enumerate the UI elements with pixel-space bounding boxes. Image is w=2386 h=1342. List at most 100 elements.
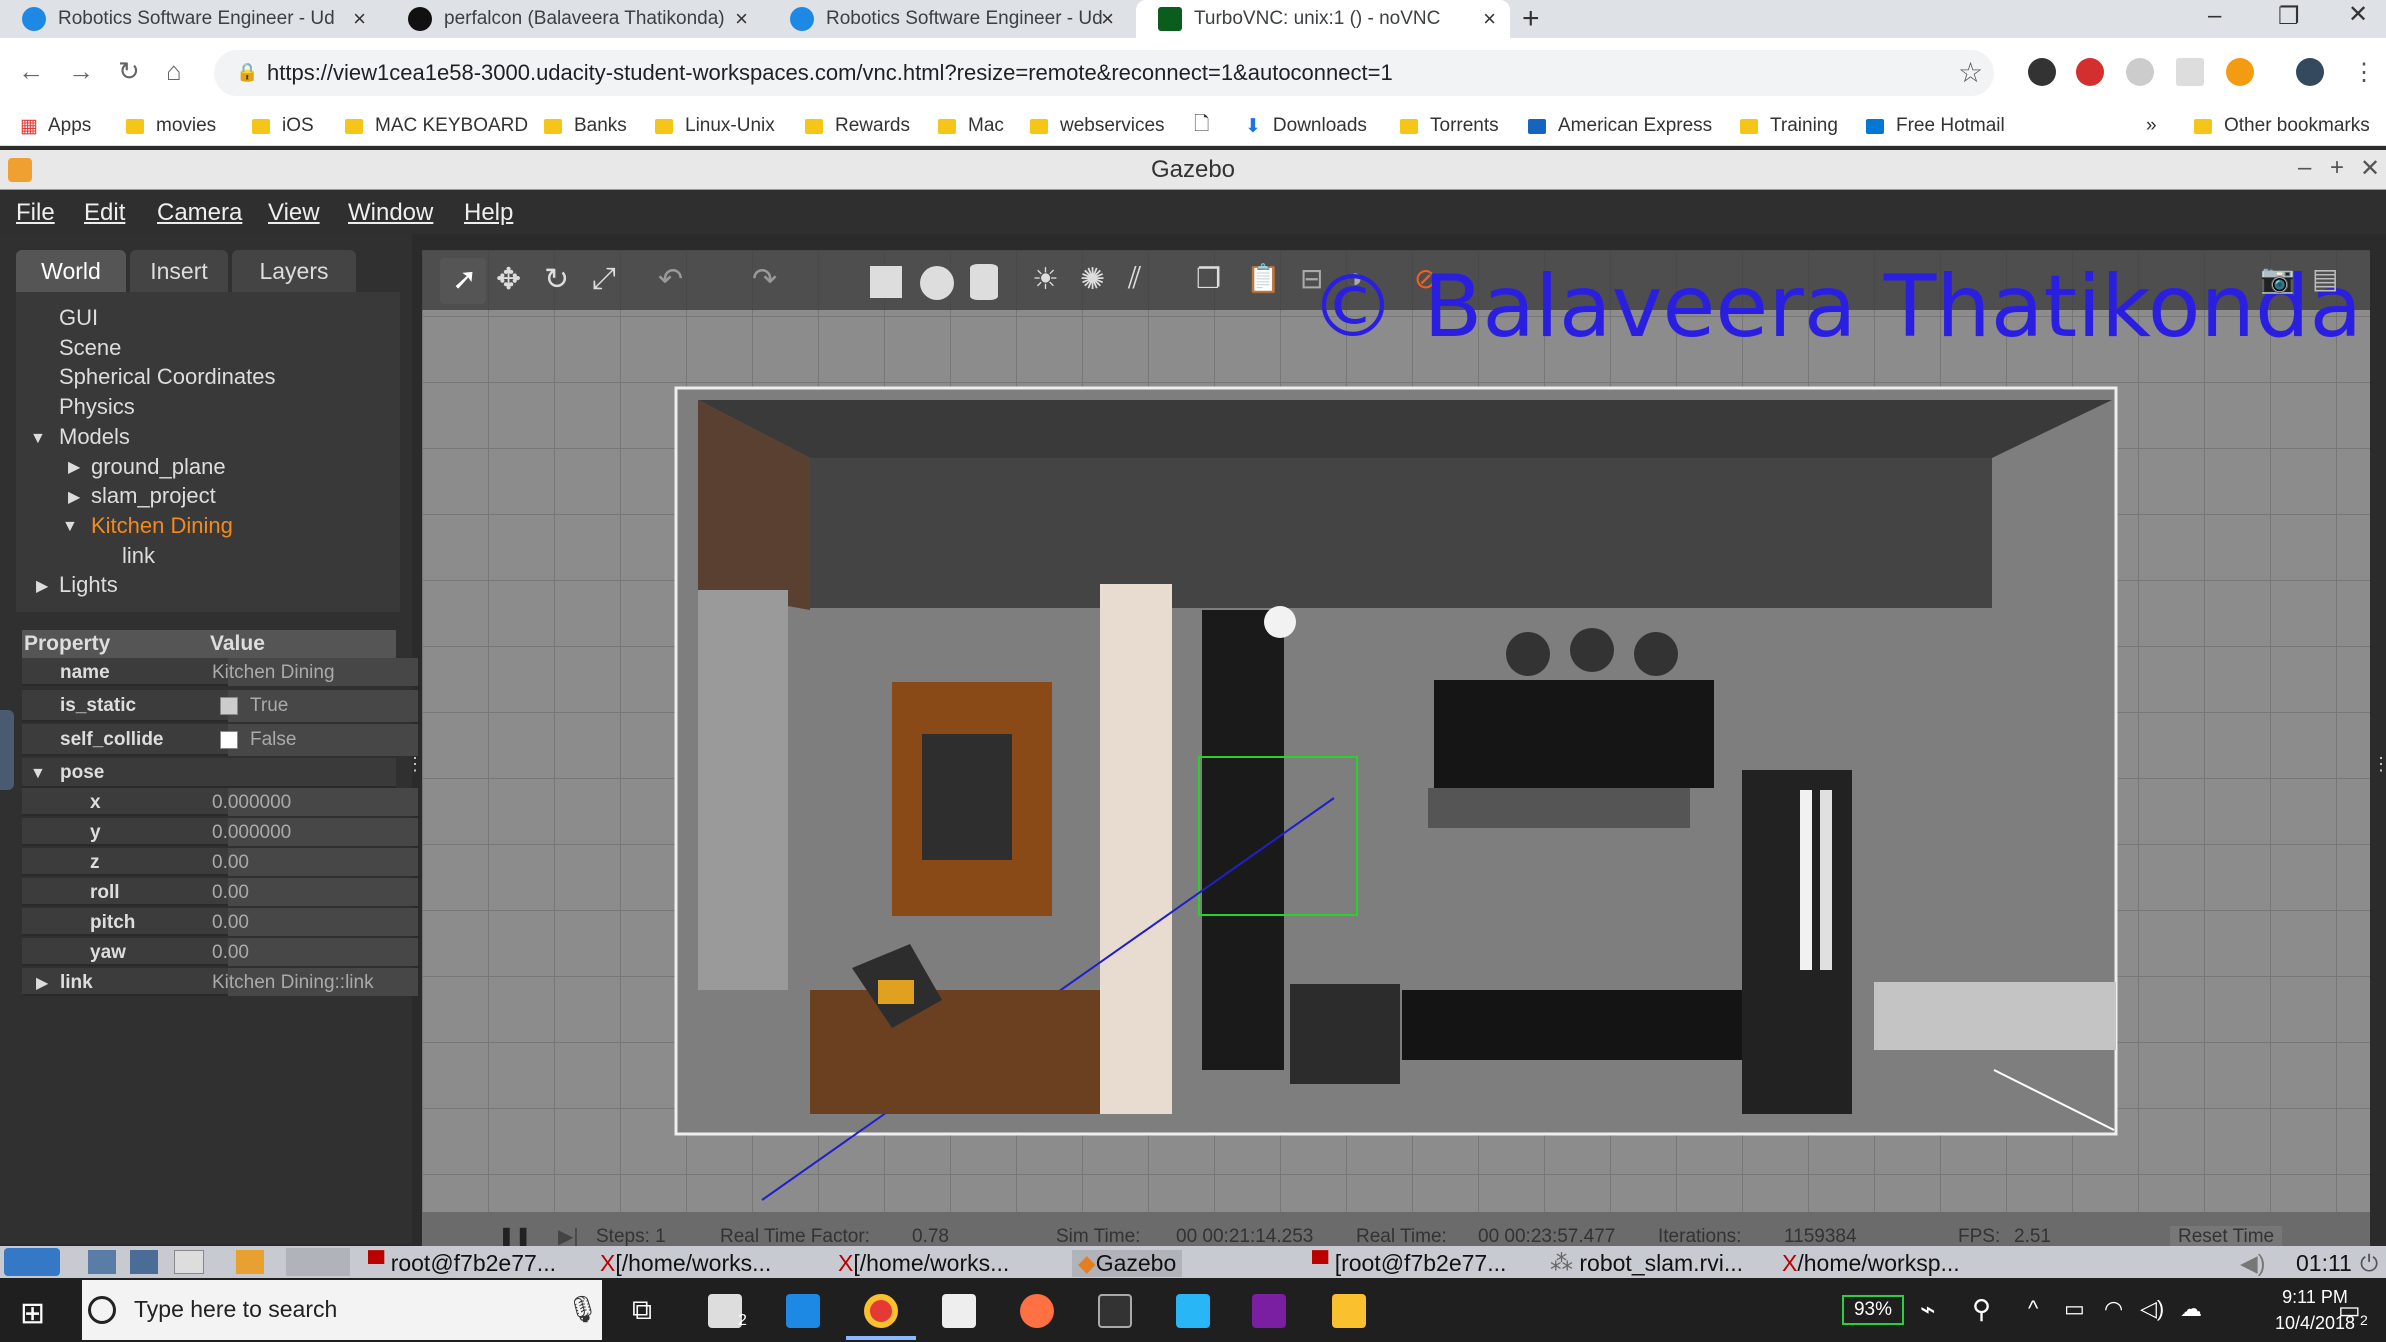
microphone-icon[interactable]: 🎙 xyxy=(566,1294,599,1325)
battery-indicator[interactable]: 93% xyxy=(1842,1295,1904,1325)
terminal-icon[interactable] xyxy=(130,1250,158,1274)
vnc-task-item[interactable]: ▀ [root@f7b2e77... xyxy=(1312,1250,1506,1277)
bookmark-folder[interactable]: webservices xyxy=(1030,110,1165,142)
tree-item-gui[interactable]: GUI xyxy=(59,305,98,331)
tab-world[interactable]: World xyxy=(16,250,126,292)
terminal-app-icon[interactable] xyxy=(1098,1294,1132,1328)
expand-right-icon[interactable]: ▶ xyxy=(68,487,80,507)
people-icon[interactable]: ⚲ xyxy=(1972,1294,1991,1325)
bookmark-amex[interactable]: American Express xyxy=(1528,110,1712,142)
volume-icon[interactable]: ◀) xyxy=(2240,1250,2265,1277)
reload-icon[interactable]: ↻ xyxy=(118,56,140,87)
prop-value-y[interactable]: 0.000000 xyxy=(212,822,291,844)
onenote-icon[interactable] xyxy=(1252,1294,1286,1328)
vnc-task-item[interactable]: X[/home/works... xyxy=(600,1250,771,1277)
forward-icon[interactable]: → xyxy=(68,56,94,87)
battery-icon[interactable]: ▭ xyxy=(2064,1296,2085,1322)
tab-insert[interactable]: Insert xyxy=(130,250,228,292)
close-icon[interactable]: × xyxy=(1483,6,1496,32)
new-tab-button[interactable]: + xyxy=(1522,2,1540,36)
extension-icon[interactable] xyxy=(2126,58,2154,86)
file-explorer-icon[interactable] xyxy=(1332,1294,1366,1328)
expand-down-icon[interactable]: ▼ xyxy=(30,430,46,448)
chevron-up-icon[interactable]: ^ xyxy=(2028,1296,2038,1322)
tree-item-link[interactable]: link xyxy=(122,543,155,569)
bookmark-folder[interactable]: Training xyxy=(1740,110,1838,142)
bookmark-folder[interactable]: Mac xyxy=(938,110,1004,142)
expand-down-icon[interactable]: ▼ xyxy=(30,765,46,783)
extension-icon[interactable] xyxy=(2028,58,2056,86)
bookmark-folder[interactable]: Linux-Unix xyxy=(655,110,775,142)
bookmark-folder[interactable]: Torrents xyxy=(1400,110,1499,142)
tree-item-slam-project[interactable]: slam_project xyxy=(91,483,216,509)
chrome-icon[interactable] xyxy=(864,1294,898,1328)
tab-layers[interactable]: Layers xyxy=(232,250,356,292)
restore-icon[interactable]: ❐ xyxy=(2278,2,2300,31)
tree-item-models[interactable]: Models xyxy=(59,424,130,450)
tree-item-ground-plane[interactable]: ground_plane xyxy=(91,454,226,480)
prop-value-roll[interactable]: 0.00 xyxy=(212,882,249,904)
is-static-checkbox[interactable]: True xyxy=(220,695,288,717)
translate-tool-icon[interactable]: ✥ xyxy=(496,262,521,297)
vnc-task-item[interactable]: ▀ root@f7b2e77... xyxy=(368,1250,556,1277)
bookmark-folder[interactable]: movies xyxy=(126,110,216,142)
expand-right-icon[interactable]: ▶ xyxy=(36,576,48,596)
scene-viewport[interactable] xyxy=(422,250,2370,1246)
vnc-task-item[interactable]: X[/home/works... xyxy=(838,1250,1009,1277)
directional-light-icon[interactable]: ⫽ xyxy=(1128,262,1141,296)
bookmark-page[interactable]: 🗋 xyxy=(1194,110,1221,142)
bookmark-folder[interactable]: Banks xyxy=(544,110,627,142)
minimize-icon[interactable]: – xyxy=(2298,154,2311,182)
profile-avatar[interactable] xyxy=(2296,58,2324,86)
close-icon[interactable]: × xyxy=(353,6,366,32)
prop-value-pitch[interactable]: 0.00 xyxy=(212,912,249,934)
undo-icon[interactable]: ↶ xyxy=(658,262,683,297)
close-icon[interactable]: × xyxy=(735,6,748,32)
prop-value-z[interactable]: 0.00 xyxy=(212,852,249,874)
bookmark-other[interactable]: Other bookmarks xyxy=(2194,110,2370,142)
back-icon[interactable]: ← xyxy=(18,56,44,87)
prop-value-name[interactable]: Kitchen Dining xyxy=(212,662,335,684)
files-icon[interactable] xyxy=(88,1250,116,1274)
paste-icon[interactable]: 📋 xyxy=(1246,262,1281,295)
extension-icon[interactable] xyxy=(2226,58,2254,86)
point-light-icon[interactable]: ☀ xyxy=(1032,262,1059,297)
close-icon[interactable]: × xyxy=(1101,6,1114,32)
scale-tool-icon[interactable]: ⤢ xyxy=(592,262,616,296)
menu-view[interactable]: View xyxy=(268,199,320,227)
maximize-icon[interactable]: + xyxy=(2330,154,2344,182)
pdf-icon[interactable] xyxy=(2176,58,2204,86)
prop-value-link[interactable]: Kitchen Dining::link xyxy=(212,972,374,994)
reset-time-button[interactable]: Reset Time xyxy=(2170,1226,2283,1248)
cylinder-shape-icon[interactable] xyxy=(970,264,998,300)
windows-start-icon[interactable]: ⊞ xyxy=(20,1296,45,1331)
redo-icon[interactable]: ↷ xyxy=(752,262,777,297)
browser-tab-1[interactable]: Robotics Software Engineer - Ud × xyxy=(0,0,380,38)
menu-icon[interactable]: ⋮ xyxy=(2352,58,2376,87)
star-icon[interactable]: ☆ xyxy=(1958,56,1983,89)
spot-light-icon[interactable]: ✺ xyxy=(1080,262,1105,297)
power-icon[interactable]: ⏻ xyxy=(2360,1250,2378,1277)
right-splitter-handle[interactable]: ⋮ xyxy=(2372,754,2386,775)
edge-icon[interactable] xyxy=(786,1294,820,1328)
onedrive-icon[interactable]: ☁ xyxy=(2180,1296,2202,1322)
prop-value-x[interactable]: 0.000000 xyxy=(212,792,291,814)
bookmarks-overflow[interactable]: » xyxy=(2146,110,2157,142)
menu-edit[interactable]: Edit xyxy=(84,199,125,227)
expand-down-icon[interactable]: ▼ xyxy=(62,518,78,536)
vnc-task-item[interactable]: ⁂ robot_slam.rvi... xyxy=(1550,1250,1743,1277)
rotate-tool-icon[interactable]: ↻ xyxy=(544,262,569,297)
workspace-switcher[interactable] xyxy=(286,1248,350,1276)
minimize-icon[interactable]: – xyxy=(2208,2,2221,30)
menu-camera[interactable]: Camera xyxy=(157,199,242,227)
gazebo-icon[interactable] xyxy=(236,1250,264,1274)
url-text[interactable]: https://view1cea1e58-3000.udacity-studen… xyxy=(267,60,1393,86)
speaker-icon[interactable]: ◁) xyxy=(2140,1296,2164,1322)
side-collapse-handle[interactable] xyxy=(0,710,14,790)
adblock-icon[interactable] xyxy=(2076,58,2104,86)
vnc-task-item-active[interactable]: ◆Gazebo xyxy=(1072,1250,1183,1277)
tree-item-lights[interactable]: Lights xyxy=(59,572,118,598)
home-icon[interactable]: ⌂ xyxy=(166,56,182,87)
bookmark-folder[interactable]: iOS xyxy=(252,110,314,142)
bookmark-downloads[interactable]: ⬇ Downloads xyxy=(1245,110,1367,142)
